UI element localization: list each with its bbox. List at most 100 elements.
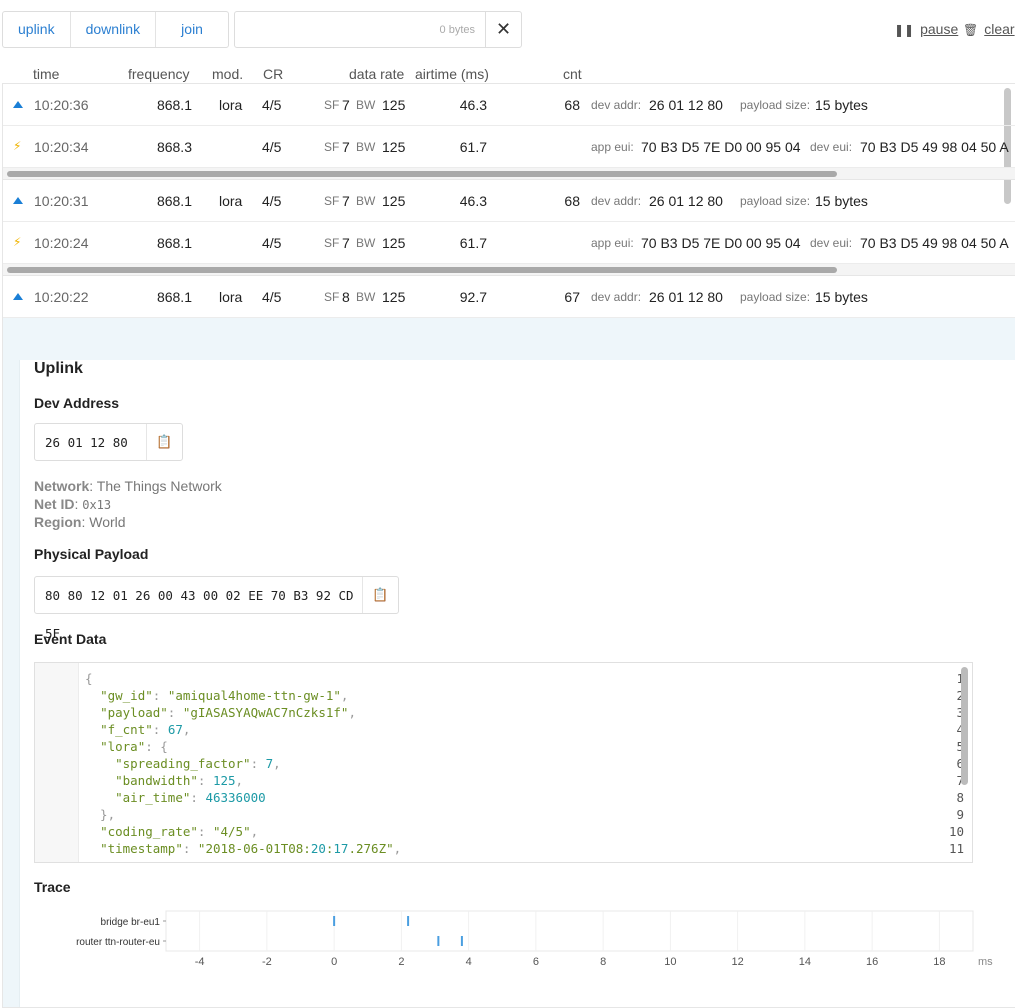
row-time: 10:20:36 [34, 97, 89, 113]
row-airtime: 61.7 [459, 235, 487, 251]
row-field2-label: dev eui: [810, 140, 853, 154]
payload-field: 80 80 12 01 26 00 43 00 02 EE 70 B3 92 C… [34, 576, 399, 641]
trace-tick-label: 6 [533, 956, 539, 968]
row-mod: lora [219, 289, 243, 305]
row-cnt: 67 [564, 289, 580, 305]
row-field1-value: 26 01 12 80 [649, 289, 723, 305]
filter-join[interactable]: join [156, 12, 228, 47]
bolt-icon: ⚡ [13, 139, 22, 153]
trace-event-mark [460, 936, 463, 946]
payload-heading: Physical Payload [34, 546, 149, 562]
trace-category-label: router ttn-router-eu [76, 937, 160, 948]
code-line: "spreading_factor": 7, [115, 756, 281, 771]
row-field2-label: payload size: [740, 98, 811, 112]
clipboard-icon[interactable]: 📋 [146, 424, 182, 460]
col-cr: CR [263, 66, 284, 82]
table-row[interactable]: 10:20:36 868.1 lora 4/5 SF 7 BW 125 46.3 68 dev ad… [3, 84, 1015, 126]
pause-icon: ❚❚ [894, 23, 915, 37]
line-number: 9 [956, 807, 964, 822]
row-sf: 7 [342, 97, 350, 113]
row-cr: 4/5 [262, 235, 282, 251]
event-data-editor[interactable]: 1 {2 "gw_id": "amiqual4home-ttn-gw-1", 3 "… [34, 662, 973, 863]
scrollbar-thumb[interactable] [7, 267, 837, 273]
clipboard-icon[interactable]: 📋 [362, 577, 398, 613]
trace-tick-label: -2 [262, 956, 272, 968]
horizontal-scrollbar[interactable] [3, 264, 1015, 276]
trace-heading: Trace [34, 879, 71, 895]
trace-tick-label: -4 [195, 956, 205, 968]
row-frequency: 868.1 [156, 97, 192, 113]
line-number: 1 [934, 671, 964, 686]
bolt-icon: ⚡ [13, 235, 22, 249]
trace-tick-label: 14 [799, 956, 811, 968]
dev-address-field: 26 01 12 80 📋 [34, 423, 183, 461]
trash-icon: 🗑 [963, 23, 979, 37]
row-field1-value: 70 B3 D5 7E D0 00 95 04 [641, 235, 801, 251]
network-info: Network: The Things Network [34, 478, 222, 494]
row-field2-value: 15 bytes [815, 97, 868, 113]
trace-tick-label: 2 [398, 956, 404, 968]
scrollbar-thumb[interactable] [7, 171, 837, 177]
filter-downlink[interactable]: downlink [71, 12, 157, 47]
region-value: World [89, 514, 126, 530]
netid-info: Net ID: 0x13 [34, 496, 112, 512]
pause-button[interactable]: ❚❚ pause [894, 21, 958, 37]
row-bw: 125 [382, 289, 406, 305]
table-row[interactable]: 10:20:31 868.1 lora 4/5 SF 7 BW 125 46.3 68 dev ad… [3, 180, 1015, 222]
trace-event-mark [437, 936, 440, 946]
row-field2-label: dev eui: [810, 236, 853, 250]
editor-scrollbar[interactable] [961, 667, 968, 785]
trace-x-unit: ms [978, 956, 993, 968]
trace-tick-label: 10 [664, 956, 676, 968]
row-field1-label: dev addr: [591, 290, 642, 304]
col-airtime: airtime (ms) [415, 66, 489, 82]
bw-label: BW [356, 140, 376, 154]
row-cr: 4/5 [262, 139, 282, 155]
row-field2-value: 70 B3 D5 49 98 04 50 A [860, 235, 1009, 251]
expanded-row: Uplink Dev Address 26 01 12 80 📋 Network… [3, 318, 1015, 1007]
search-input[interactable]: 0 bytes [235, 12, 485, 47]
dev-address-value[interactable]: 26 01 12 80 [35, 424, 146, 460]
row-airtime: 46.3 [459, 97, 487, 113]
row-frequency: 868.1 [156, 235, 192, 251]
horizontal-scrollbar[interactable] [3, 168, 1015, 180]
row-mod: lora [219, 97, 243, 113]
payload-value[interactable]: 80 80 12 01 26 00 43 00 02 EE 70 B3 92 C… [35, 577, 362, 641]
clear-button[interactable]: 🗑 clear [963, 21, 1015, 37]
row-field2-value: 70 B3 D5 49 98 04 50 A [860, 139, 1009, 155]
table-row[interactable]: 10:20:22 868.1 lora 4/5 SF 8 BW 125 92.7 67 dev ad… [3, 276, 1015, 318]
row-field1-value: 26 01 12 80 [649, 193, 723, 209]
trace-category-label: bridge br-eu1 [101, 917, 161, 928]
col-mod: mod. [212, 66, 244, 82]
row-field1-value: 26 01 12 80 [649, 97, 723, 113]
row-field1-label: app eui: [591, 140, 634, 154]
sf-label: SF [324, 194, 340, 208]
trace-plot-area [165, 910, 974, 952]
row-frequency: 868.3 [156, 139, 192, 155]
netid-value: 0x13 [82, 498, 112, 512]
uplink-detail: Uplink Dev Address 26 01 12 80 📋 Network… [19, 360, 1015, 1007]
filter-uplink[interactable]: uplink [3, 12, 71, 47]
row-sf: 7 [342, 193, 350, 209]
row-bw: 125 [382, 235, 406, 251]
close-icon[interactable]: ✕ [485, 12, 521, 47]
table-row[interactable]: ⚡ 10:20:34 868.3 4/5 SF 7 BW 125 61.7 app eui: 70 … [3, 126, 1015, 168]
uplink-icon [13, 293, 23, 300]
line-number: 2 [934, 688, 964, 703]
row-field1-label: dev addr: [591, 194, 642, 208]
row-field2-value: 15 bytes [815, 289, 868, 305]
row-frequency: 868.1 [156, 289, 192, 305]
row-airtime: 46.3 [459, 193, 487, 209]
row-cnt: 68 [564, 97, 580, 113]
code-line: "lora": { [100, 739, 168, 754]
trace-event-mark [407, 916, 410, 926]
pause-label: pause [920, 21, 959, 37]
row-airtime: 92.7 [459, 289, 487, 305]
table-row[interactable]: ⚡ 10:20:24 868.1 4/5 SF 7 BW 125 61.7 app eui: 70 … [3, 222, 1015, 264]
bw-label: BW [356, 98, 376, 112]
line-number: 11 [948, 841, 964, 856]
detail-title: Uplink [34, 360, 83, 377]
bw-label: BW [356, 236, 376, 250]
row-field2-label: payload size: [740, 290, 811, 304]
sf-label: SF [324, 140, 340, 154]
